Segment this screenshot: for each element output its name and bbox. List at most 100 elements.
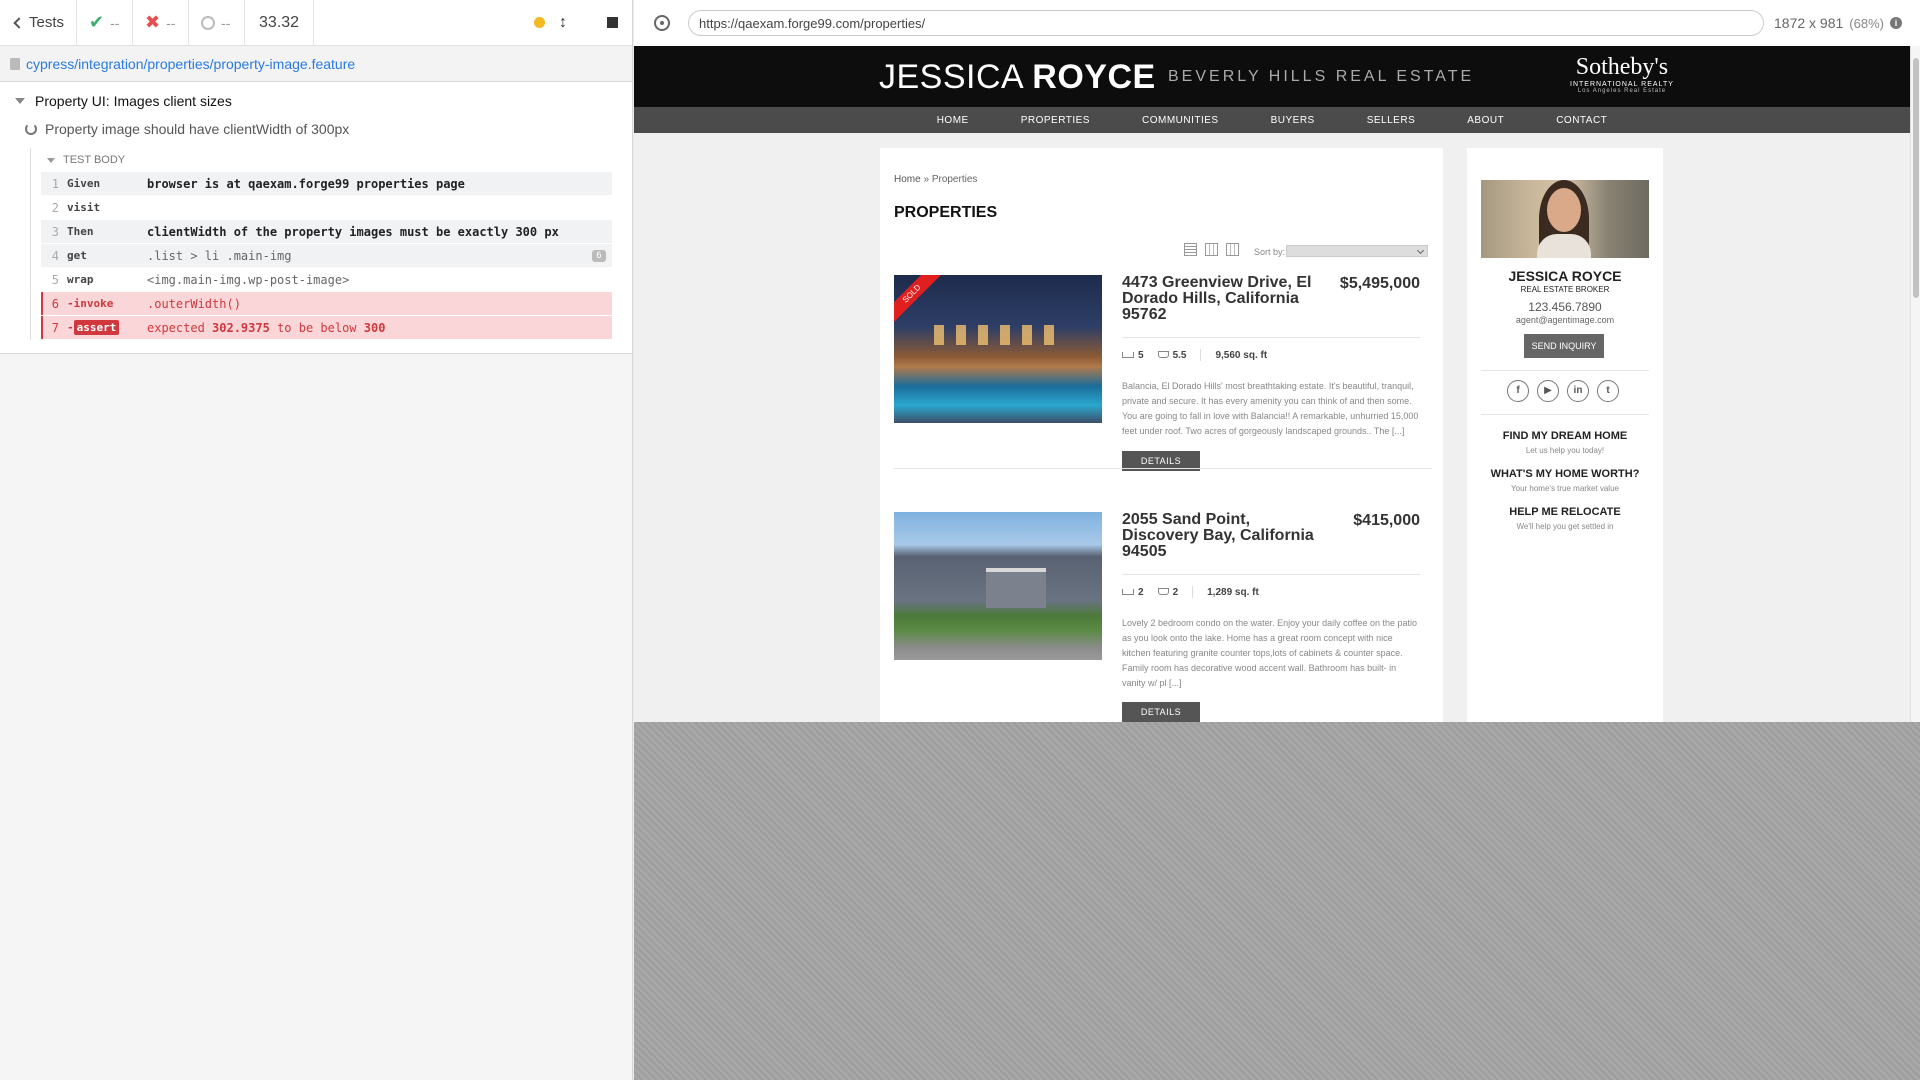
site-tagline: BEVERLY HILLS REAL ESTATE — [1168, 68, 1475, 85]
send-inquiry-button[interactable]: SEND INQUIRY — [1524, 334, 1604, 358]
command-message: clientWidth of the property images must … — [147, 224, 559, 239]
command-message: .list > li .main-img — [147, 248, 292, 263]
pending-count: -- — [221, 14, 231, 31]
agent-phone[interactable]: 123.456.7890 — [1467, 300, 1663, 314]
facebook-icon[interactable]: f — [1507, 380, 1529, 402]
test-body-text: TEST BODY — [63, 154, 126, 166]
aut-scrollbar[interactable] — [1910, 46, 1920, 722]
beds-count: 5 — [1138, 349, 1144, 361]
reporter-header: Tests ✔ -- ✖ -- -- 33.32 ↕ — [0, 0, 632, 46]
nav-communities[interactable]: COMMUNITIES — [1142, 115, 1219, 126]
tests-button[interactable]: Tests — [0, 0, 78, 46]
failed-stat: ✖ -- — [133, 0, 190, 46]
divider — [894, 468, 1432, 469]
linkedin-icon[interactable]: in — [1567, 380, 1589, 402]
collapse-icon — [15, 98, 25, 104]
selector-playground-icon[interactable] — [654, 15, 670, 31]
cypress-reporter: Tests ✔ -- ✖ -- -- 33.32 ↕ cypress/integ… — [0, 0, 633, 1080]
nav-properties[interactable]: PROPERTIES — [1021, 115, 1090, 126]
baths: 5.5 — [1157, 350, 1186, 361]
cta-dream-home-sub: Let us help you today! — [1525, 446, 1605, 455]
command-name: -invoke — [67, 297, 114, 310]
sort-label: Sort by: — [1254, 247, 1286, 257]
cta-dream-home[interactable]: FIND MY DREAM HOME — [1467, 430, 1663, 442]
nav-buyers[interactable]: BUYERS — [1271, 115, 1315, 126]
chevron-left-icon — [13, 16, 25, 29]
command-row-failed[interactable]: 6 -invoke .outerWidth() — [41, 292, 612, 316]
sqft: 1,289 sq. ft — [1207, 586, 1259, 598]
divider — [1122, 337, 1420, 338]
agent-email[interactable]: agent@agentimage.com — [1467, 315, 1663, 325]
command-row-failed[interactable]: 7 - assert expected 302.9375 to be below … — [41, 316, 612, 340]
duration: 33.32 — [245, 0, 315, 46]
command-row[interactable]: 1 Given browser is at qaexam.forge99 pro… — [41, 172, 612, 196]
command-name: - assert — [67, 320, 147, 335]
nav-about[interactable]: ABOUT — [1467, 115, 1504, 126]
running-icon — [25, 123, 37, 135]
agent-title: REAL ESTATE BROKER — [1520, 285, 1610, 294]
divider — [1192, 586, 1194, 598]
url-bar[interactable]: https://qaexam.forge99.com/properties/ — [688, 10, 1764, 36]
error-marker — [41, 316, 43, 339]
baths-count: 2 — [1172, 586, 1179, 598]
info-icon[interactable]: i — [1889, 17, 1902, 29]
test-title[interactable]: Property image should have clientWidth o… — [0, 114, 632, 144]
agent-photo — [1481, 180, 1649, 258]
grid-view-icon[interactable] — [1205, 243, 1218, 256]
scrollbar-thumb[interactable] — [1913, 58, 1919, 298]
view-toggles — [1184, 243, 1239, 256]
running-indicator-icon — [534, 17, 545, 28]
property-address[interactable]: 2055 Sand Point, Discovery Bay, Californ… — [1122, 512, 1322, 560]
site-logo[interactable]: JESSICA ROYCE — [879, 58, 1156, 97]
site-header: JESSICA ROYCE BEVERLY HILLS REAL ESTATE … — [634, 46, 1910, 107]
auto-scroll-icon[interactable]: ↕ — [559, 14, 567, 32]
command-number: 1 — [51, 176, 59, 191]
test-body-label[interactable]: TEST BODY — [41, 148, 612, 172]
property-image[interactable] — [894, 512, 1102, 660]
spec-path-link[interactable]: cypress/integration/properties/property-… — [26, 56, 355, 72]
brokerage-sub: INTERNATIONAL REALTY — [1570, 81, 1674, 88]
command-row[interactable]: 3 Then clientWidth of the property image… — [41, 220, 612, 244]
nav-home[interactable]: HOME — [937, 115, 969, 126]
aut-iframe: JESSICA ROYCE BEVERLY HILLS REAL ESTATE … — [634, 46, 1910, 722]
details-button[interactable]: DETAILS — [1122, 702, 1200, 722]
command-row[interactable]: 4 get .list > li .main-img 6 — [41, 244, 612, 268]
bed-icon — [1122, 588, 1134, 595]
property-description: Lovely 2 bedroom condo on the water. Enj… — [1122, 618, 1418, 688]
list-view-icon[interactable] — [1184, 243, 1197, 256]
beds-count: 2 — [1138, 586, 1144, 598]
divider — [1200, 349, 1202, 361]
stop-icon[interactable] — [607, 17, 618, 28]
cta-home-worth[interactable]: WHAT'S MY HOME WORTH? — [1467, 468, 1663, 480]
agent-sidebar: JESSICA ROYCE REAL ESTATE BROKER 123.456… — [1467, 148, 1663, 722]
youtube-icon[interactable]: ▶ — [1537, 380, 1559, 402]
command-log: TEST BODY 1 Given browser is at qaexam.f… — [30, 148, 612, 340]
breadcrumb-home[interactable]: Home — [894, 174, 921, 185]
breadcrumb: Home » Properties — [894, 174, 977, 185]
page-title: PROPERTIES — [894, 204, 998, 221]
nav-contact[interactable]: CONTACT — [1556, 115, 1607, 126]
suite-title[interactable]: Property UI: Images client sizes — [0, 88, 632, 114]
assert-tag: assert — [73, 320, 120, 335]
baths: 2 — [1157, 586, 1179, 598]
command-row[interactable]: 5 wrap <img.main-img.wp-post-image> — [41, 268, 612, 292]
sold-badge: SOLD — [894, 275, 946, 328]
sort-select[interactable] — [1286, 245, 1428, 257]
divider — [1481, 370, 1649, 371]
aut-header: https://qaexam.forge99.com/properties/ 1… — [634, 0, 1920, 46]
command-message: .outerWidth() — [147, 296, 241, 311]
property-price: $5,495,000 — [1339, 275, 1420, 292]
tile-view-icon[interactable] — [1226, 243, 1239, 256]
check-icon: ✔ — [89, 12, 105, 32]
command-number: 5 — [51, 272, 59, 287]
cta-relocate[interactable]: HELP ME RELOCATE — [1467, 506, 1663, 518]
app-under-test: https://qaexam.forge99.com/properties/ 1… — [634, 0, 1920, 1080]
property-address[interactable]: 4473 Greenview Drive, El Dorado Hills, C… — [1122, 275, 1322, 323]
command-row[interactable]: 2 visit — [41, 196, 612, 220]
twitter-icon[interactable]: t — [1597, 380, 1619, 402]
command-number: 2 — [51, 200, 59, 215]
nav-sellers[interactable]: SELLERS — [1367, 115, 1416, 126]
property-image[interactable]: SOLD — [894, 275, 1102, 423]
viewport-info: 1872 x 981 (68%) i — [1774, 15, 1902, 31]
test-title-text: Property image should have clientWidth o… — [45, 121, 350, 137]
